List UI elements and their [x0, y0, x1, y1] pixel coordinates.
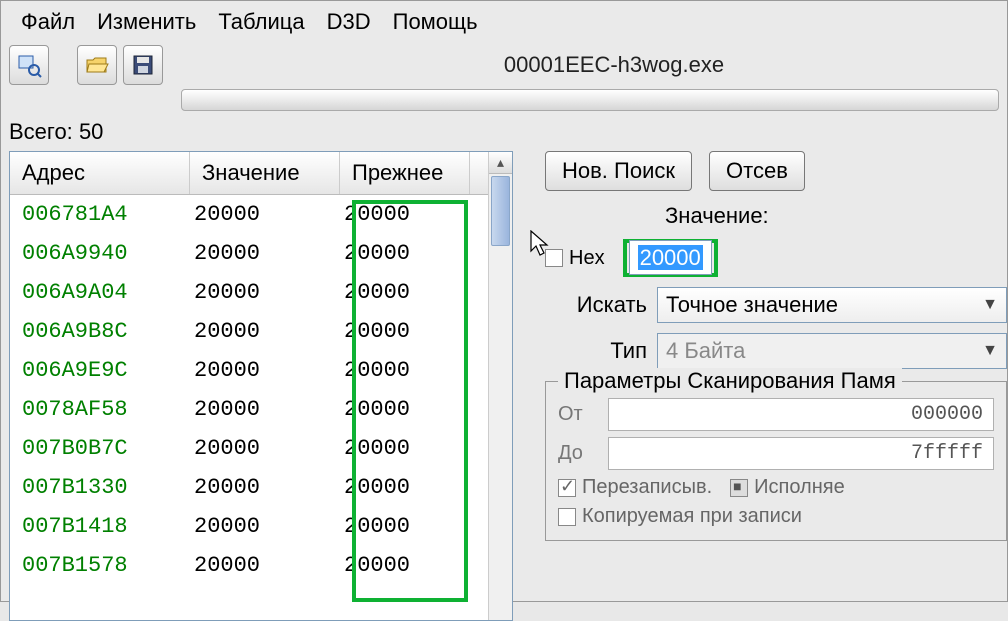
cell-value: 20000 [190, 436, 340, 461]
search-mode-combo[interactable]: Точное значение▼ [657, 287, 1007, 323]
table-row[interactable]: 006A9A042000020000 [10, 273, 512, 312]
cell-value: 20000 [190, 397, 340, 422]
value-label: Значение: [665, 203, 769, 229]
cell-address: 007B0B7C [10, 436, 190, 461]
cell-previous: 20000 [340, 319, 470, 344]
cell-value: 20000 [190, 241, 340, 266]
cell-value: 20000 [190, 280, 340, 305]
overwrite-label: Перезаписыв. [582, 476, 712, 499]
filter-button[interactable]: Отсев [709, 151, 805, 191]
save-button[interactable] [123, 45, 163, 85]
col-previous[interactable]: Прежнее [340, 152, 470, 194]
total-count: Всего: 50 [1, 117, 1007, 151]
cell-address: 007B1330 [10, 475, 190, 500]
cell-value: 20000 [190, 358, 340, 383]
exec-checkbox[interactable] [730, 479, 748, 497]
to-label: До [558, 442, 608, 465]
search-mode-label: Искать [545, 292, 657, 318]
cell-previous: 20000 [340, 241, 470, 266]
process-title: 00001EEC-h3wog.exe [229, 52, 999, 78]
menu-file[interactable]: Файл [21, 9, 75, 35]
cell-previous: 20000 [340, 553, 470, 578]
process-picker-button[interactable] [9, 45, 49, 85]
menu-table[interactable]: Таблица [218, 9, 304, 35]
cell-previous: 20000 [340, 202, 470, 227]
table-row[interactable]: 006A9B8C2000020000 [10, 312, 512, 351]
cell-value: 20000 [190, 514, 340, 539]
cell-value: 20000 [190, 553, 340, 578]
scroll-thumb[interactable] [491, 176, 510, 246]
table-row[interactable]: 006A99402000020000 [10, 234, 512, 273]
table-row[interactable]: 006781A42000020000 [10, 195, 512, 234]
cell-previous: 20000 [340, 397, 470, 422]
from-label: От [558, 403, 608, 426]
copy-on-write-checkbox[interactable] [558, 508, 576, 526]
cell-address: 007B1418 [10, 514, 190, 539]
cell-previous: 20000 [340, 436, 470, 461]
table-row[interactable]: 007B0B7C2000020000 [10, 429, 512, 468]
chevron-down-icon: ▼ [982, 342, 998, 360]
cell-address: 006A9B8C [10, 319, 190, 344]
exec-label: Исполняе [754, 476, 845, 499]
value-input[interactable]: 20000 [629, 240, 712, 275]
menu-help[interactable]: Помощь [393, 9, 478, 35]
chevron-down-icon: ▼ [982, 296, 998, 314]
cell-value: 20000 [190, 202, 340, 227]
col-value[interactable]: Значение [190, 152, 340, 194]
overwrite-checkbox[interactable] [558, 479, 576, 497]
cell-address: 006A9940 [10, 241, 190, 266]
results-table: Адрес Значение Прежнее 006781A4200002000… [9, 151, 513, 621]
open-button[interactable] [77, 45, 117, 85]
menu-d3d[interactable]: D3D [327, 9, 371, 35]
cell-address: 006A9A04 [10, 280, 190, 305]
scrollbar[interactable]: ▴ [488, 152, 512, 620]
hex-checkbox[interactable] [545, 249, 563, 267]
col-address[interactable]: Адрес [10, 152, 190, 194]
cell-address: 007B1578 [10, 553, 190, 578]
scan-params-legend: Параметры Сканирования Памя [558, 368, 902, 394]
cell-previous: 20000 [340, 514, 470, 539]
cell-address: 006A9E9C [10, 358, 190, 383]
cell-previous: 20000 [340, 358, 470, 383]
cell-previous: 20000 [340, 280, 470, 305]
table-row[interactable]: 007B14182000020000 [10, 507, 512, 546]
cell-value: 20000 [190, 475, 340, 500]
cell-address: 0078AF58 [10, 397, 190, 422]
cell-value: 20000 [190, 319, 340, 344]
menubar: Файл Изменить Таблица D3D Помощь [1, 1, 1007, 41]
table-row[interactable]: 006A9E9C2000020000 [10, 351, 512, 390]
table-row[interactable]: 0078AF582000020000 [10, 390, 512, 429]
from-input[interactable]: 000000 [608, 398, 994, 431]
scan-params-group: Параметры Сканирования Памя От 000000 До… [545, 381, 1007, 541]
cell-address: 006781A4 [10, 202, 190, 227]
hex-label: Hex [569, 247, 605, 270]
to-input[interactable]: 7fffff [608, 437, 994, 470]
copy-on-write-label: Копируемая при записи [582, 505, 802, 528]
progress-bar [181, 89, 999, 111]
new-search-button[interactable]: Нов. Поиск [545, 151, 692, 191]
type-label: Тип [545, 338, 657, 364]
highlight-value: 20000 [623, 239, 718, 277]
type-combo[interactable]: 4 Байта▼ [657, 333, 1007, 369]
table-row[interactable]: 007B15782000020000 [10, 546, 512, 585]
menu-edit[interactable]: Изменить [97, 9, 196, 35]
scroll-up-icon[interactable]: ▴ [489, 152, 512, 174]
cell-previous: 20000 [340, 475, 470, 500]
table-row[interactable]: 007B13302000020000 [10, 468, 512, 507]
